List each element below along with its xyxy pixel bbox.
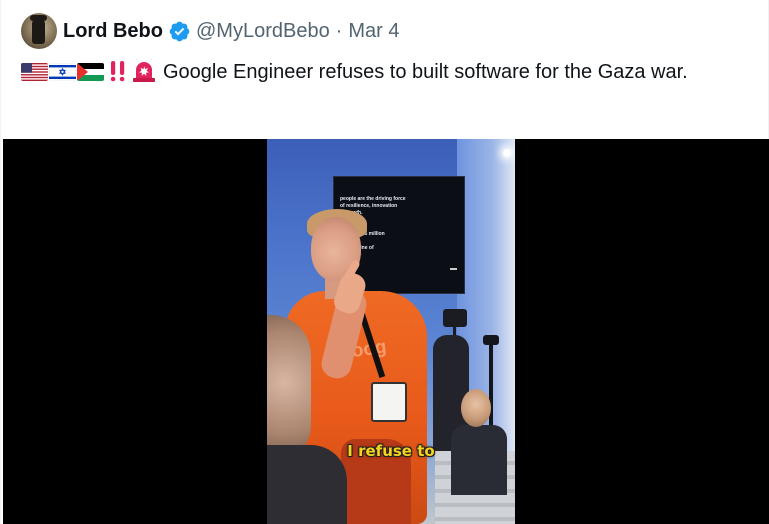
avatar[interactable]: [21, 13, 57, 49]
us-flag-icon: [21, 63, 48, 81]
double-exclamation-icon: [110, 61, 125, 82]
siren-icon: [133, 62, 155, 82]
tweet-text: Google Engineer refuses to built softwar…: [21, 58, 751, 86]
video-frame[interactable]: people are the driving force of resilien…: [267, 139, 515, 524]
author-handle[interactable]: @MyLordBebo: [196, 20, 330, 43]
israel-flag-icon: [49, 63, 76, 81]
video-player[interactable]: people are the driving force of resilien…: [3, 139, 769, 524]
palestine-flag-icon: [77, 63, 104, 81]
author-display-name[interactable]: Lord Bebo: [63, 20, 163, 43]
tweet-card[interactable]: Lord Bebo @MyLordBebo · Mar 4 Google Eng…: [0, 0, 769, 524]
screen-dash: [450, 268, 457, 270]
separator-dot: ·: [335, 19, 343, 42]
audience-woman-head: [461, 389, 491, 427]
video-caption: I refuse to: [347, 442, 435, 460]
post-date[interactable]: Mar 4: [348, 20, 399, 43]
tweet-header: Lord Bebo @MyLordBebo · Mar 4: [21, 13, 400, 49]
tweet-body-text: Google Engineer refuses to built softwar…: [163, 61, 688, 83]
audience-woman-body: [451, 425, 507, 495]
microphone-stand: [489, 339, 493, 439]
ceiling-light: [503, 149, 511, 157]
verified-badge-icon[interactable]: [168, 20, 191, 43]
name-badge: [371, 382, 407, 422]
avatar-figure: [30, 15, 47, 44]
